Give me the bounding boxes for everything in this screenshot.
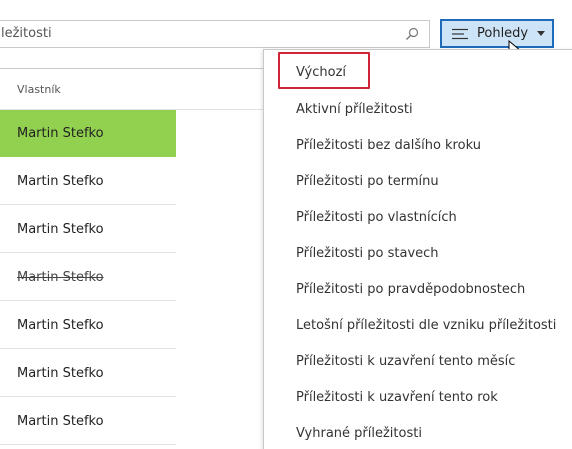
owner-cell: Martin Stefko [17,365,104,381]
caret-down-icon [537,31,546,36]
views-button[interactable]: Pohledy [440,19,554,48]
table-row[interactable]: Martin Stefko [0,254,176,301]
table-row[interactable]: Martin Stefko [0,350,176,397]
owner-cell: Martin Stefko [17,221,104,237]
table-row[interactable]: Martin Stefko [0,302,176,349]
owner-cell: Martin Stefko [17,317,104,333]
default-view-highlight [278,52,370,89]
views-dropdown-menu: Výchozí Aktivní příležitosti Příležitost… [263,49,572,449]
search-icon[interactable] [405,27,419,41]
table-row[interactable]: Martin Stefko [0,158,176,205]
menu-item-close-this-year[interactable]: Příležitosti k uzavření tento rok [296,390,498,405]
table-row[interactable]: Martin Stefko [0,398,176,445]
column-header-owner[interactable]: Vlastník [17,83,61,96]
menu-item-by-owner[interactable]: Příležitosti po vlastnících [296,210,457,225]
owner-cell: Martin Stefko [17,269,104,285]
table-row[interactable]: Martin Stefko [0,206,176,253]
menu-item-by-status[interactable]: Příležitosti po stavech [296,246,439,261]
owner-cell: Martin Stefko [17,173,104,189]
table-row[interactable]: Martin Stefko [0,110,176,157]
search-box[interactable] [0,20,430,48]
grid-top-border [0,68,264,69]
hamburger-icon [452,28,468,39]
search-input[interactable] [1,21,381,47]
menu-item-overdue[interactable]: Příležitosti po termínu [296,174,439,189]
views-button-label: Pohledy [477,26,529,41]
menu-item-by-probability[interactable]: Příležitosti po pravděpodobnostech [296,282,525,297]
menu-item-close-this-month[interactable]: Příležitosti k uzavření tento měsíc [296,354,515,369]
owner-cell: Martin Stefko [17,126,104,141]
menu-item-active-opportunities[interactable]: Aktivní příležitosti [296,102,413,117]
owner-cell: Martin Stefko [17,413,104,429]
menu-item-no-next-step[interactable]: Příležitosti bez dalšího kroku [296,138,481,153]
menu-item-won[interactable]: Vyhrané příležitosti [296,426,422,441]
menu-item-this-year-created[interactable]: Letošní příležitosti dle vzniku příležit… [296,318,556,333]
crm-opportunities-view: Pohledy Vlastník Martin Stefko Martin St… [0,0,572,449]
